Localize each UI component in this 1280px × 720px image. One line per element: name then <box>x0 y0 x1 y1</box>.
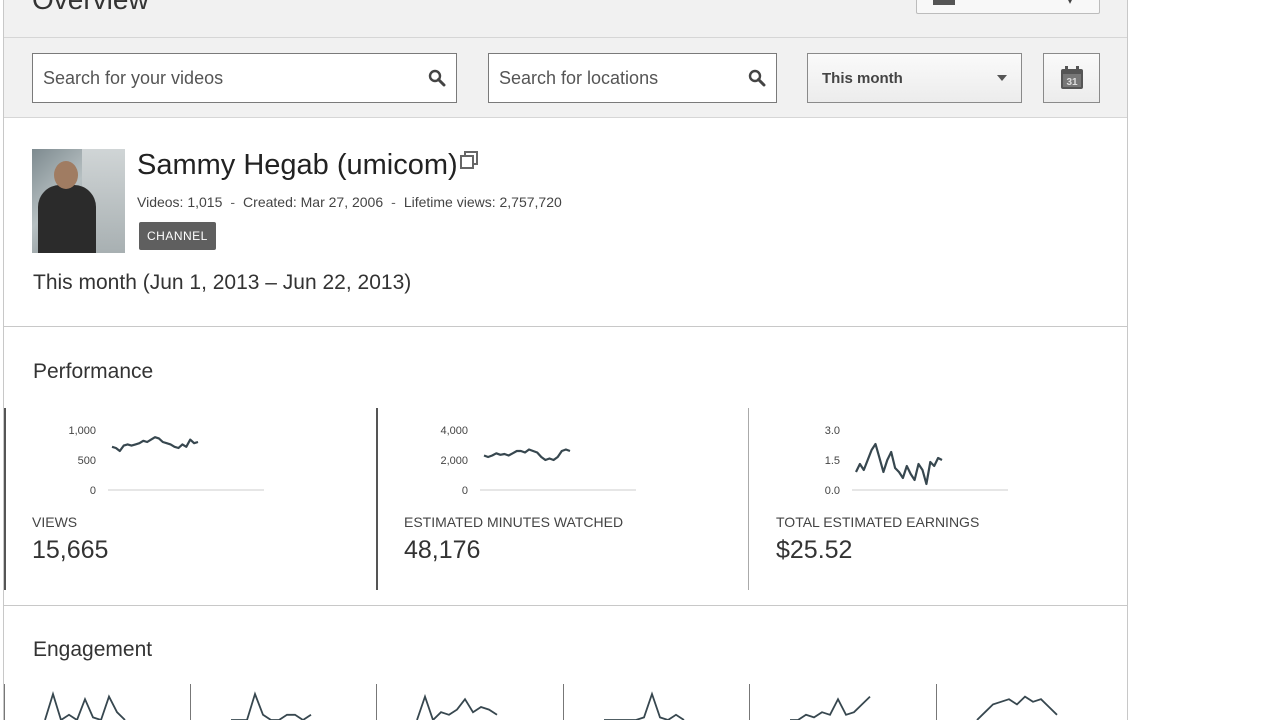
meta-separator: - <box>391 194 396 210</box>
engagement-series <box>790 695 871 720</box>
filter-bar: This month 31 <box>4 38 1127 118</box>
channel-name[interactable]: Sammy Hegab (umicom) <box>137 149 478 182</box>
engagement-series <box>44 690 126 720</box>
video-count: Videos: 1,015 <box>137 194 223 210</box>
engagement-series <box>416 693 498 720</box>
analytics-panel: Overview ▾ This month <box>3 0 1128 720</box>
calendar-button[interactable]: 31 <box>1043 53 1100 103</box>
channel-summary: Sammy Hegab (umicom) Videos: 1,015- Creat… <box>4 119 1127 327</box>
channel-avatar[interactable] <box>32 149 125 253</box>
search-icon[interactable] <box>748 69 766 87</box>
axis-tick-label: 0 <box>90 485 96 497</box>
axis-tick-label: 1.5 <box>825 455 840 467</box>
engagement-cell[interactable] <box>190 684 377 720</box>
section-divider <box>4 605 1127 606</box>
engagement-cell[interactable] <box>4 684 191 720</box>
axis-tick-label: 4,000 <box>440 425 468 437</box>
avatar-figure-body <box>38 185 96 253</box>
engagement-series <box>604 691 685 720</box>
metric-label: TOTAL ESTIMATED EARNINGS <box>776 514 980 530</box>
metric-earnings[interactable]: 3.0 1.5 0.0 TOTAL ESTIMATED EARNINGS $25.5… <box>748 408 1121 590</box>
engagement-sparkline <box>231 691 312 720</box>
engagement-sparkline <box>44 690 126 720</box>
external-link-icon[interactable] <box>459 151 478 169</box>
axis-tick-label: 1,000 <box>68 425 96 437</box>
earnings-sparkline: 3.0 1.5 0.0 <box>825 425 1008 497</box>
metric-label: VIEWS <box>32 514 78 530</box>
performance-title: Performance <box>33 360 154 383</box>
engagement-sparkline <box>604 691 685 720</box>
video-search-input[interactable] <box>33 54 456 102</box>
location-search-box <box>488 53 777 103</box>
engagement-series <box>976 695 1058 720</box>
engagement-cell[interactable] <box>749 684 936 720</box>
axis-tick-label: 2,000 <box>440 455 468 467</box>
engagement-strip <box>4 684 1127 720</box>
caret-down-icon <box>997 75 1007 81</box>
sparkline-series <box>855 442 943 486</box>
engagement-sparkline <box>976 695 1058 720</box>
metric-views[interactable]: 1,000 500 0 VIEWS 15,665 <box>4 408 377 590</box>
engagement-cell[interactable] <box>563 684 750 720</box>
search-icon[interactable] <box>428 69 446 87</box>
header-action-button[interactable]: ▾ <box>916 0 1100 14</box>
metric-label: ESTIMATED MINUTES WATCHED <box>404 514 624 530</box>
views-sparkline: 1,000 500 0 <box>68 425 264 497</box>
engagement-cell[interactable] <box>376 684 563 720</box>
engagement-sparkline <box>790 695 871 720</box>
channel-button[interactable]: CHANNEL <box>139 222 216 250</box>
channel-meta: Videos: 1,015- Created: Mar 27, 2006- Life… <box>137 194 562 210</box>
page-title: Overview <box>32 0 149 16</box>
metric-value: 15,665 <box>32 536 109 564</box>
axis-tick-label: 0.0 <box>825 485 840 497</box>
sparkline-series <box>111 436 199 453</box>
date-range-label: This month (Jun 1, 2013 – Jun 22, 2013) <box>33 271 412 294</box>
metric-value: 48,176 <box>404 536 481 564</box>
axis-tick-label: 0 <box>462 485 468 497</box>
engagement-cell[interactable] <box>936 684 1123 720</box>
metric-divider <box>4 408 6 590</box>
metric-divider <box>376 408 378 590</box>
calendar-icon: 31 <box>1061 66 1083 89</box>
period-select-value: This month <box>822 70 903 87</box>
metric-divider <box>748 408 749 590</box>
meta-separator: - <box>230 194 236 210</box>
axis-tick-label: 500 <box>78 455 96 467</box>
engagement-sparkline <box>416 693 498 720</box>
avatar-figure-head <box>54 161 78 189</box>
report-icon <box>933 0 955 5</box>
engagement-series <box>231 691 312 720</box>
video-search-box <box>32 53 457 103</box>
page-header: Overview ▾ <box>4 0 1127 38</box>
minutes-sparkline: 4,000 2,000 0 <box>440 425 636 497</box>
channel-name-text: Sammy Hegab (umicom) <box>137 149 458 181</box>
metric-minutes-watched[interactable]: 4,000 2,000 0 ESTIMATED MINUTES WATCHED 48… <box>376 408 749 590</box>
calendar-day: 31 <box>1066 77 1078 88</box>
lifetime-views: Lifetime views: 2,757,720 <box>403 194 562 210</box>
location-search-input[interactable] <box>489 54 776 102</box>
period-select[interactable]: This month <box>807 53 1022 103</box>
chevron-down-icon: ▾ <box>1067 0 1074 7</box>
created-date: Created: Mar 27, 2006 <box>243 194 384 210</box>
engagement-title: Engagement <box>33 638 153 661</box>
axis-tick-label: 3.0 <box>825 425 840 437</box>
metric-value: $25.52 <box>776 536 853 564</box>
sparkline-series <box>483 448 571 462</box>
